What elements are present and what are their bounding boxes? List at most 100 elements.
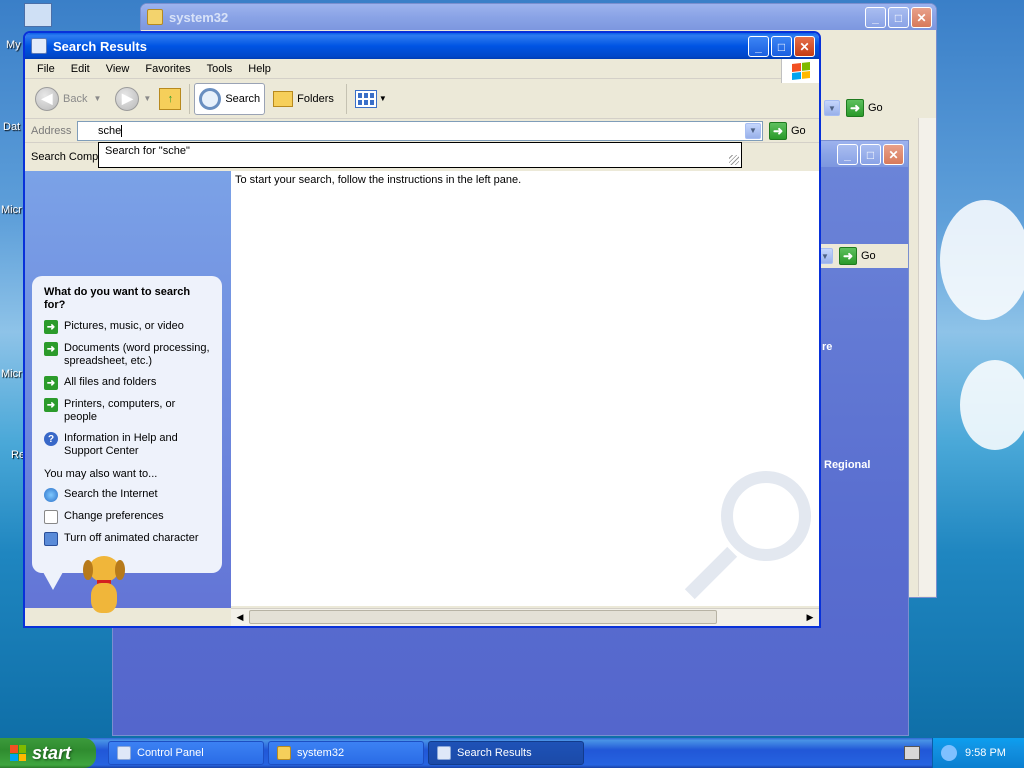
- scroll-thumb[interactable]: [249, 610, 717, 624]
- search-companion-pane: What do you want to search for? ➜ Pictur…: [25, 171, 231, 613]
- start-button[interactable]: start: [0, 738, 96, 768]
- close-button[interactable]: ✕: [911, 7, 932, 28]
- system32-titlebar[interactable]: system32 _ □ ✕: [141, 4, 936, 30]
- go-label: Go: [791, 124, 806, 137]
- search-label: Search: [225, 92, 261, 105]
- window-title: Search Results: [53, 38, 147, 54]
- clock[interactable]: 9:58 PM: [965, 747, 1006, 759]
- green-arrow-icon: ➜: [44, 376, 58, 390]
- go-button[interactable]: ➜ Go: [769, 121, 806, 140]
- maximize-button[interactable]: □: [888, 7, 909, 28]
- keyboard-icon[interactable]: [904, 746, 920, 760]
- menu-edit[interactable]: Edit: [63, 63, 98, 75]
- minimize-button[interactable]: _: [865, 7, 886, 28]
- option-label: All files and folders: [64, 376, 157, 388]
- magnifier-handle: [684, 546, 738, 600]
- minimize-button[interactable]: _: [837, 144, 858, 165]
- option-change-preferences[interactable]: Change preferences: [44, 510, 210, 524]
- help-icon: ?: [44, 432, 58, 446]
- menu-favorites[interactable]: Favorites: [137, 63, 198, 75]
- maximize-button[interactable]: □: [860, 144, 881, 165]
- close-button[interactable]: ✕: [883, 144, 904, 165]
- option-help-center[interactable]: ? Information in Help and Support Center: [44, 432, 210, 458]
- option-label: Information in Help and Support Center: [64, 432, 178, 457]
- task-control-panel[interactable]: Control Panel: [108, 741, 264, 765]
- desktop-icon-label[interactable]: My: [6, 39, 21, 51]
- back-button[interactable]: ◀ Back ▼: [31, 83, 105, 115]
- menu-tools[interactable]: Tools: [199, 63, 241, 75]
- address-dropdown-arrow-icon[interactable]: ▼: [745, 122, 761, 139]
- control-panel-icon: [117, 746, 131, 760]
- menu-file[interactable]: File: [29, 63, 63, 75]
- go-button[interactable]: ➜ Go: [846, 99, 883, 117]
- my-computer-icon[interactable]: [24, 3, 52, 27]
- task-system32[interactable]: system32: [268, 741, 424, 765]
- text-cursor: [121, 124, 123, 137]
- task-label: system32: [297, 747, 345, 759]
- autocomplete-suggestion[interactable]: Search for "sche": [98, 142, 742, 168]
- option-all-files[interactable]: ➜ All files and folders: [44, 376, 210, 390]
- search-results-titlebar[interactable]: Search Results _ □ ✕: [25, 33, 819, 59]
- go-label: Go: [861, 250, 876, 262]
- minimize-button[interactable]: _: [748, 36, 769, 57]
- search-results-icon: [437, 746, 451, 760]
- globe-icon: [44, 488, 58, 502]
- folder-icon: [277, 746, 291, 760]
- back-dropdown-icon[interactable]: ▼: [93, 94, 101, 103]
- search-dog-icon[interactable]: [79, 556, 133, 622]
- resize-grip-icon[interactable]: [729, 155, 739, 165]
- option-pictures[interactable]: ➜ Pictures, music, or video: [44, 320, 210, 334]
- desktop-icon-label[interactable]: Dat: [3, 121, 20, 133]
- up-folder-button[interactable]: ↑: [155, 83, 185, 115]
- close-button[interactable]: ✕: [794, 36, 815, 57]
- maximize-button[interactable]: □: [771, 36, 792, 57]
- category-link[interactable]: Regional: [824, 459, 870, 471]
- option-label: Turn off animated character: [64, 532, 199, 544]
- go-button[interactable]: ➜ Go: [839, 247, 876, 265]
- go-arrow-icon: ➜: [839, 247, 857, 265]
- companion-heading: What do you want to search for?: [44, 286, 191, 311]
- category-link[interactable]: re: [822, 341, 832, 353]
- horizontal-scrollbar[interactable]: ◀ ▶: [231, 608, 819, 626]
- task-label: Control Panel: [137, 747, 204, 759]
- forward-button[interactable]: ▶ ▼: [111, 83, 155, 115]
- menu-help[interactable]: Help: [240, 63, 279, 75]
- option-documents[interactable]: ➜ Documents (word processing, spreadshee…: [44, 342, 210, 368]
- option-label: Documents (word processing, spreadsheet,…: [64, 342, 210, 367]
- task-search-results[interactable]: Search Results: [428, 741, 584, 765]
- vertical-scrollbar[interactable]: [918, 118, 936, 596]
- desktop-icon-label[interactable]: Micr: [1, 204, 22, 216]
- option-turn-off-character[interactable]: Turn off animated character: [44, 532, 210, 546]
- toolbar: ◀ Back ▼ ▶ ▼ ↑ Search Folders ▼: [25, 79, 819, 119]
- address-bar: Address sche ▼ ➜ Go: [25, 119, 819, 143]
- cloud: [940, 200, 1024, 320]
- green-arrow-icon: ➜: [44, 398, 58, 412]
- folders-button[interactable]: Folders: [269, 83, 338, 115]
- desktop-icon-label[interactable]: Micr: [1, 368, 22, 380]
- address-input[interactable]: sche ▼: [77, 120, 763, 141]
- window-title: system32: [169, 9, 229, 25]
- magnifier-watermark-icon: [721, 471, 811, 561]
- folder-icon: [147, 9, 163, 25]
- search-results-window[interactable]: Search Results _ □ ✕ File Edit View Favo…: [23, 31, 821, 628]
- option-search-internet[interactable]: Search the Internet: [44, 488, 210, 502]
- scroll-left-icon[interactable]: ◀: [233, 610, 247, 624]
- toolbar-separator: [345, 83, 347, 114]
- dropdown-arrow-icon[interactable]: ▼: [824, 100, 840, 116]
- views-icon: [354, 89, 377, 108]
- bubble-tail: [43, 572, 63, 590]
- go-arrow-icon: ➜: [769, 121, 787, 140]
- views-button[interactable]: ▼: [351, 83, 391, 115]
- menu-view[interactable]: View: [98, 63, 138, 75]
- start-label: start: [32, 742, 72, 763]
- preferences-icon: [44, 510, 58, 524]
- up-folder-icon: ↑: [159, 87, 182, 110]
- network-icon[interactable]: [941, 745, 957, 761]
- forward-dropdown-icon[interactable]: ▼: [143, 94, 151, 103]
- results-pane: To start your search, follow the instruc…: [231, 171, 819, 606]
- search-button[interactable]: Search: [194, 82, 266, 115]
- option-printers[interactable]: ➜ Printers, computers, or people: [44, 398, 210, 424]
- scroll-right-icon[interactable]: ▶: [803, 610, 817, 624]
- views-dropdown-icon[interactable]: ▼: [379, 94, 387, 103]
- folders-label: Folders: [297, 92, 334, 105]
